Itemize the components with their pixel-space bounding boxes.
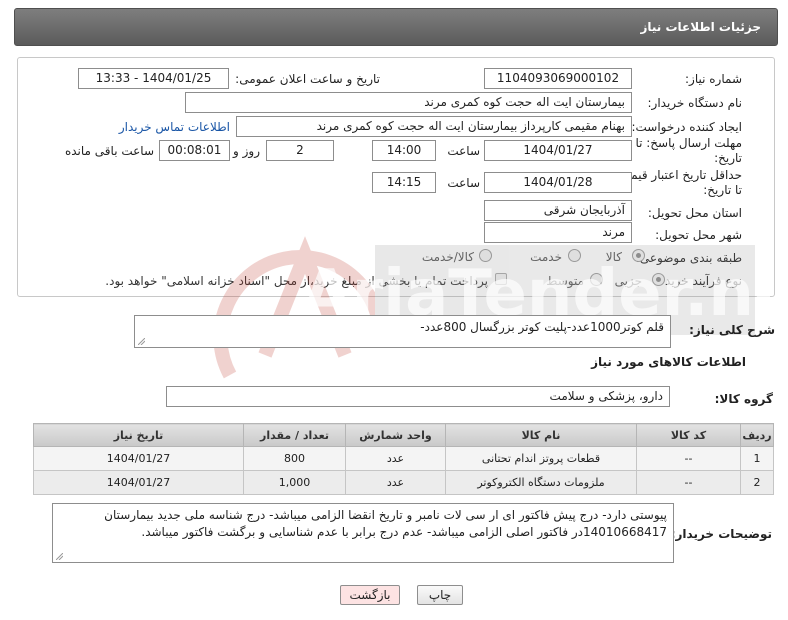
creator-label: ایجاد کننده درخواست: (631, 120, 742, 134)
buyer-label: نام دستگاه خریدار: (647, 96, 743, 110)
summary-field: قلم کوتر1000عدد-پلیت کوتر بزرگسال 800عدد… (134, 315, 671, 348)
print-button[interactable]: چاپ (417, 585, 463, 605)
table-row: 1 -- قطعات پروتز اندام تحتانی عدد 800 14… (33, 446, 774, 471)
goods-group-field: دارو، پزشکی و سلامت (166, 386, 670, 407)
deadline-time-label: ساعت (447, 144, 480, 158)
cell-code: -- (636, 446, 741, 471)
page-title: جزئیات اطلاعات نیاز (640, 20, 761, 34)
validity-date-field: 1404/01/28 (484, 172, 632, 193)
cell-qty: 1,000 (243, 470, 346, 495)
table-row: 2 -- ملزومات دستگاه الکتروکوتر عدد 1,000… (33, 470, 774, 495)
col-unit: واحد شمارش (345, 423, 446, 447)
treasury-payment-checkbox[interactable] (495, 273, 507, 285)
col-row: ردیف (740, 423, 774, 447)
process-option-minor: جزیی (614, 274, 642, 288)
goods-group-label: گروه کالا: (714, 392, 773, 406)
buyer-notes-text: پیوستی دارد- درج پیش فاکتور ای ار سی لات… (104, 508, 667, 539)
cell-unit: عدد (345, 446, 446, 471)
summary-text: قلم کوتر1000عدد-پلیت کوتر بزرگسال 800عدد… (420, 320, 664, 334)
deadline-label-line1: مهلت ارسال پاسخ: تا (635, 136, 742, 150)
city-field: مرند (484, 222, 632, 243)
col-name: نام کالا (445, 423, 637, 447)
city-label: شهر محل تحویل: (655, 228, 742, 242)
days-label: روز و (233, 144, 260, 158)
process-radio-medium[interactable] (590, 273, 603, 286)
deadline-time-field: 14:00 (372, 140, 436, 161)
category-radio-service[interactable] (568, 249, 581, 262)
category-option-service: خدمت (530, 250, 562, 264)
cell-row: 2 (740, 470, 774, 495)
buyer-notes-field: پیوستی دارد- درج پیش فاکتور ای ار سی لات… (52, 503, 674, 563)
creator-field: بهنام مقیمی کارپرداز بیمارستان ایت اله ح… (236, 116, 632, 137)
summary-label: شرح کلی نیاز: (689, 323, 775, 337)
category-label: طبقه بندی موضوعی: (635, 251, 742, 265)
need-number-field: 1104093069000102 (484, 68, 632, 89)
validity-label-line2: تا تاریخ: (703, 183, 742, 197)
announce-field: 1404/01/25 - 13:33 (78, 68, 229, 89)
deadline-date-field: 1404/01/27 (484, 140, 632, 161)
page-header: جزئیات اطلاعات نیاز (14, 8, 778, 46)
cell-qty: 800 (243, 446, 346, 471)
cell-date: 1404/01/27 (33, 470, 244, 495)
category-radio-goods-service[interactable] (479, 249, 492, 262)
col-qty: تعداد / مقدار (243, 423, 346, 447)
back-button[interactable]: بازگشت (340, 585, 400, 605)
validity-label-line1: حداقل تاریخ اعتبار قیمت: (615, 168, 742, 182)
process-label: نوع فرآیند خرید : (657, 274, 742, 288)
col-date: تاریخ نیاز (33, 423, 244, 447)
goods-table-header: ردیف کد کالا نام کالا واحد شمارش تعداد /… (33, 423, 774, 447)
goods-section-title: اطلاعات کالاهای مورد نیاز (591, 355, 746, 369)
deadline-label-line2: تاریخ: (714, 151, 742, 165)
cell-unit: عدد (345, 470, 446, 495)
announce-label: تاریخ و ساعت اعلان عمومی: (235, 72, 380, 86)
cell-date: 1404/01/27 (33, 446, 244, 471)
province-label: استان محل تحویل: (647, 206, 742, 220)
resize-grip-icon[interactable] (138, 338, 145, 345)
category-radio-goods[interactable] (632, 249, 645, 262)
buyer-notes-label: توضیحات خریدار: (670, 527, 772, 541)
validity-time-field: 14:15 (372, 172, 436, 193)
process-option-medium: متوسط (546, 274, 584, 288)
remaining-time-field: 00:08:01 (159, 140, 230, 161)
process-radio-minor[interactable] (652, 273, 665, 286)
cell-name: ملزومات دستگاه الکتروکوتر (445, 470, 637, 495)
buyer-contact-link[interactable]: اطلاعات تماس خریدار (119, 120, 230, 134)
treasury-payment-note: پرداخت تمام یا بخشی از مبلغ خرید،از محل … (105, 274, 488, 288)
buyer-field: بیمارستان ایت اله حجت کوه کمری مرند (185, 92, 632, 113)
category-option-goods-service: کالا/خدمت (421, 250, 474, 264)
days-field: 2 (266, 140, 334, 161)
goods-table: ردیف کد کالا نام کالا واحد شمارش تعداد /… (33, 423, 774, 495)
need-number-label: شماره نیاز: (685, 72, 742, 86)
category-option-goods: کالا (605, 250, 622, 264)
cell-row: 1 (740, 446, 774, 471)
province-field: آذربایجان شرقی (484, 200, 632, 221)
col-code: کد کالا (636, 423, 741, 447)
resize-grip-icon[interactable] (56, 553, 63, 560)
cell-code: -- (636, 470, 741, 495)
remaining-time-label: ساعت باقی مانده (64, 144, 154, 158)
cell-name: قطعات پروتز اندام تحتانی (445, 446, 637, 471)
validity-time-label: ساعت (447, 176, 480, 190)
